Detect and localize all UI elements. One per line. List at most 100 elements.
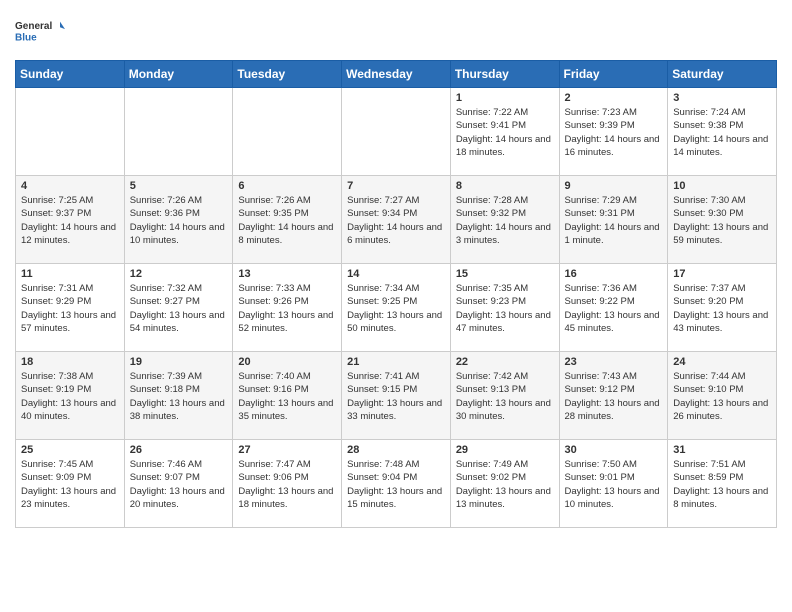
header-day-sunday: Sunday	[16, 61, 125, 88]
day-number: 20	[238, 356, 336, 368]
calendar-table: SundayMondayTuesdayWednesdayThursdayFrid…	[15, 60, 777, 528]
calendar-cell: 9 Sunrise: 7:29 AM Sunset: 9:31 PM Daylig…	[559, 176, 668, 264]
day-number: 23	[565, 356, 663, 368]
day-info: Sunrise: 7:40 AM Sunset: 9:16 PM Dayligh…	[238, 370, 336, 423]
header-day-monday: Monday	[124, 61, 233, 88]
day-number: 10	[673, 180, 771, 192]
day-number: 25	[21, 444, 119, 456]
calendar-cell: 15Sunrise: 7:35 AM Sunset: 9:23 PM Dayli…	[450, 264, 559, 352]
day-info: Sunrise: 7:48 AM Sunset: 9:04 PM Dayligh…	[347, 458, 445, 511]
calendar-cell	[342, 88, 451, 176]
day-info: Sunrise: 7:36 AM Sunset: 9:22 PM Dayligh…	[565, 282, 663, 335]
calendar-cell: 25 Sunrise: 7:45 AM Sunset: 9:09 PM Dayli…	[16, 440, 125, 528]
calendar-cell: 12 Sunrise: 7:32 AM Sunset: 9:27 PM Dayli…	[124, 264, 233, 352]
day-number: 2	[565, 92, 663, 104]
calendar-cell: 23 Sunrise: 7:43 AM Sunset: 9:12 PM Dayli…	[559, 352, 668, 440]
day-info: Sunrise: 7:37 AM Sunset: 9:20 PM Dayligh…	[673, 282, 771, 335]
calendar-cell: 8 Sunrise: 7:28 AM Sunset: 9:32 PM Daylig…	[450, 176, 559, 264]
logo: General Blue	[15, 10, 65, 52]
day-info: Sunrise: 7:31 AM Sunset: 9:29 PM Dayligh…	[21, 282, 119, 335]
header-day-tuesday: Tuesday	[233, 61, 342, 88]
calendar-cell: 22 Sunrise: 7:42 AM Sunset: 9:13 PM Dayli…	[450, 352, 559, 440]
week-row-3: 11Sunrise: 7:31 AM Sunset: 9:29 PM Dayli…	[16, 264, 777, 352]
day-info: Sunrise: 7:27 AM Sunset: 9:34 PM Dayligh…	[347, 194, 445, 247]
week-row-4: 18 Sunrise: 7:38 AM Sunset: 9:19 PM Dayli…	[16, 352, 777, 440]
calendar-cell: 11Sunrise: 7:31 AM Sunset: 9:29 PM Dayli…	[16, 264, 125, 352]
day-info: Sunrise: 7:39 AM Sunset: 9:18 PM Dayligh…	[130, 370, 228, 423]
day-info: Sunrise: 7:51 AM Sunset: 8:59 PM Dayligh…	[673, 458, 771, 511]
week-row-1: 1 Sunrise: 7:22 AM Sunset: 9:41 PM Daylig…	[16, 88, 777, 176]
day-info: Sunrise: 7:34 AM Sunset: 9:25 PM Dayligh…	[347, 282, 445, 335]
day-info: Sunrise: 7:32 AM Sunset: 9:27 PM Dayligh…	[130, 282, 228, 335]
header-day-thursday: Thursday	[450, 61, 559, 88]
calendar-cell: 30 Sunrise: 7:50 AM Sunset: 9:01 PM Dayli…	[559, 440, 668, 528]
day-number: 29	[456, 444, 554, 456]
calendar-cell: 13 Sunrise: 7:33 AM Sunset: 9:26 PM Dayli…	[233, 264, 342, 352]
day-info: Sunrise: 7:41 AM Sunset: 9:15 PM Dayligh…	[347, 370, 445, 423]
calendar-cell: 31 Sunrise: 7:51 AM Sunset: 8:59 PM Dayli…	[668, 440, 777, 528]
logo-svg: General Blue	[15, 10, 65, 52]
day-number: 22	[456, 356, 554, 368]
calendar-cell	[16, 88, 125, 176]
day-number: 8	[456, 180, 554, 192]
calendar-cell: 2 Sunrise: 7:23 AM Sunset: 9:39 PM Daylig…	[559, 88, 668, 176]
day-info: Sunrise: 7:38 AM Sunset: 9:19 PM Dayligh…	[21, 370, 119, 423]
day-info: Sunrise: 7:42 AM Sunset: 9:13 PM Dayligh…	[456, 370, 554, 423]
day-info: Sunrise: 7:30 AM Sunset: 9:30 PM Dayligh…	[673, 194, 771, 247]
svg-text:Blue: Blue	[15, 32, 37, 43]
day-number: 7	[347, 180, 445, 192]
header-row: SundayMondayTuesdayWednesdayThursdayFrid…	[16, 61, 777, 88]
day-number: 9	[565, 180, 663, 192]
day-number: 31	[673, 444, 771, 456]
day-info: Sunrise: 7:35 AM Sunset: 9:23 PM Dayligh…	[456, 282, 554, 335]
day-info: Sunrise: 7:24 AM Sunset: 9:38 PM Dayligh…	[673, 106, 771, 159]
day-info: Sunrise: 7:26 AM Sunset: 9:35 PM Dayligh…	[238, 194, 336, 247]
day-number: 28	[347, 444, 445, 456]
day-number: 16	[565, 268, 663, 280]
header-day-friday: Friday	[559, 61, 668, 88]
day-info: Sunrise: 7:33 AM Sunset: 9:26 PM Dayligh…	[238, 282, 336, 335]
calendar-cell: 28 Sunrise: 7:48 AM Sunset: 9:04 PM Dayli…	[342, 440, 451, 528]
calendar-cell: 4 Sunrise: 7:25 AM Sunset: 9:37 PM Daylig…	[16, 176, 125, 264]
calendar-cell: 6Sunrise: 7:26 AM Sunset: 9:35 PM Daylig…	[233, 176, 342, 264]
calendar-cell	[124, 88, 233, 176]
day-number: 24	[673, 356, 771, 368]
calendar-cell: 7 Sunrise: 7:27 AM Sunset: 9:34 PM Daylig…	[342, 176, 451, 264]
day-number: 13	[238, 268, 336, 280]
calendar-cell	[233, 88, 342, 176]
day-number: 30	[565, 444, 663, 456]
day-info: Sunrise: 7:46 AM Sunset: 9:07 PM Dayligh…	[130, 458, 228, 511]
day-info: Sunrise: 7:43 AM Sunset: 9:12 PM Dayligh…	[565, 370, 663, 423]
day-info: Sunrise: 7:28 AM Sunset: 9:32 PM Dayligh…	[456, 194, 554, 247]
week-row-2: 4 Sunrise: 7:25 AM Sunset: 9:37 PM Daylig…	[16, 176, 777, 264]
calendar-cell: 24 Sunrise: 7:44 AM Sunset: 9:10 PM Dayli…	[668, 352, 777, 440]
day-number: 18	[21, 356, 119, 368]
calendar-cell: 3Sunrise: 7:24 AM Sunset: 9:38 PM Daylig…	[668, 88, 777, 176]
day-number: 4	[21, 180, 119, 192]
calendar-cell: 18 Sunrise: 7:38 AM Sunset: 9:19 PM Dayli…	[16, 352, 125, 440]
day-number: 27	[238, 444, 336, 456]
day-info: Sunrise: 7:23 AM Sunset: 9:39 PM Dayligh…	[565, 106, 663, 159]
day-number: 12	[130, 268, 228, 280]
day-info: Sunrise: 7:45 AM Sunset: 9:09 PM Dayligh…	[21, 458, 119, 511]
calendar-cell: 26 Sunrise: 7:46 AM Sunset: 9:07 PM Dayli…	[124, 440, 233, 528]
day-info: Sunrise: 7:22 AM Sunset: 9:41 PM Dayligh…	[456, 106, 554, 159]
header-day-saturday: Saturday	[668, 61, 777, 88]
day-info: Sunrise: 7:50 AM Sunset: 9:01 PM Dayligh…	[565, 458, 663, 511]
calendar-cell: 19Sunrise: 7:39 AM Sunset: 9:18 PM Dayli…	[124, 352, 233, 440]
day-info: Sunrise: 7:25 AM Sunset: 9:37 PM Dayligh…	[21, 194, 119, 247]
calendar-cell: 14 Sunrise: 7:34 AM Sunset: 9:25 PM Dayli…	[342, 264, 451, 352]
day-number: 21	[347, 356, 445, 368]
day-info: Sunrise: 7:44 AM Sunset: 9:10 PM Dayligh…	[673, 370, 771, 423]
day-number: 1	[456, 92, 554, 104]
day-info: Sunrise: 7:49 AM Sunset: 9:02 PM Dayligh…	[456, 458, 554, 511]
header-day-wednesday: Wednesday	[342, 61, 451, 88]
day-info: Sunrise: 7:29 AM Sunset: 9:31 PM Dayligh…	[565, 194, 663, 247]
day-number: 26	[130, 444, 228, 456]
day-number: 14	[347, 268, 445, 280]
day-info: Sunrise: 7:26 AM Sunset: 9:36 PM Dayligh…	[130, 194, 228, 247]
svg-text:General: General	[15, 21, 52, 32]
calendar-cell: 5Sunrise: 7:26 AM Sunset: 9:36 PM Daylig…	[124, 176, 233, 264]
calendar-cell: 20 Sunrise: 7:40 AM Sunset: 9:16 PM Dayli…	[233, 352, 342, 440]
calendar-cell: 17Sunrise: 7:37 AM Sunset: 9:20 PM Dayli…	[668, 264, 777, 352]
